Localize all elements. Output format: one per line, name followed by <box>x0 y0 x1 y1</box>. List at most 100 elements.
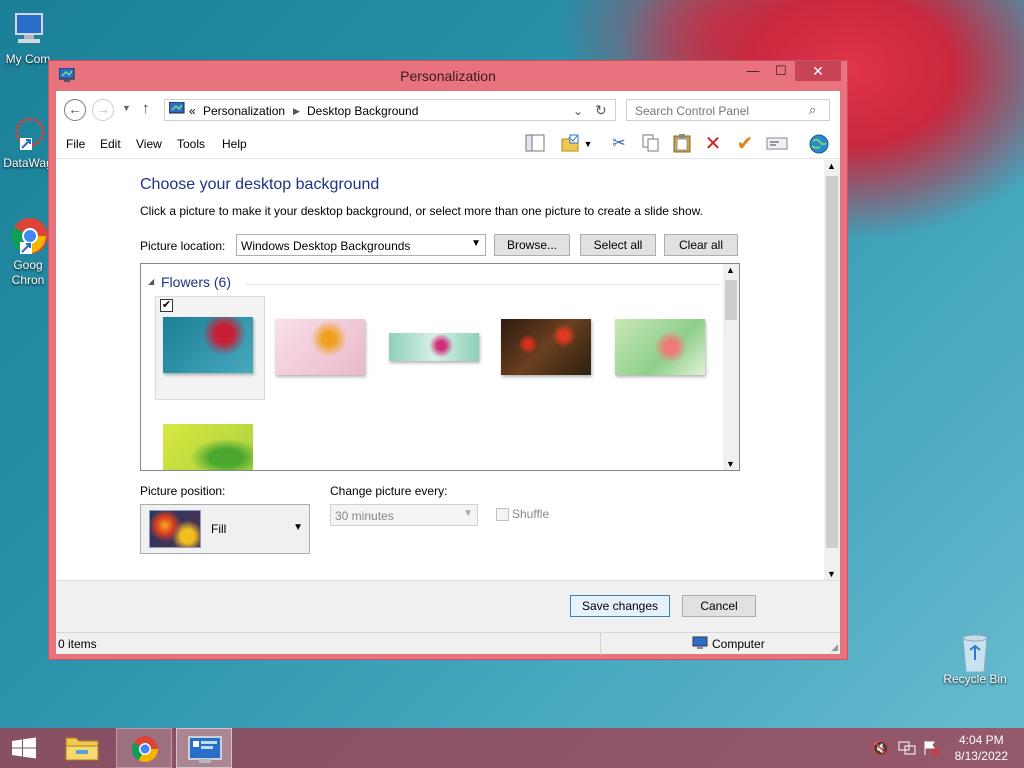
shuffle-checkbox[interactable] <box>496 508 509 521</box>
desktop-icon-label: Recycle Bin <box>943 672 1007 686</box>
scroll-up-icon[interactable]: ▲ <box>827 161 836 171</box>
picture-position-label: Picture position: <box>140 484 226 498</box>
breadcrumb-separator-icon[interactable]: ▶ <box>293 106 300 117</box>
status-divider <box>600 633 601 655</box>
thumbnail-red-tulips-dark[interactable] <box>501 319 591 375</box>
pink-flower-mint-image <box>389 333 479 361</box>
maximize-button[interactable]: ☐ <box>767 61 795 81</box>
personalization-window: Personalization — ☐ ✕ ← → ▼ ↑ « Personal… <box>48 60 848 660</box>
save-changes-button[interactable]: Save changes <box>570 595 670 617</box>
taskbar-chrome[interactable] <box>116 728 172 768</box>
scroll-up-icon[interactable]: ▲ <box>726 265 735 275</box>
navigation-bar: ← → ▼ ↑ « Personalization ▶ Desktop Back… <box>56 91 840 129</box>
refresh-icon[interactable]: ↻ <box>595 102 607 119</box>
up-arrow-button[interactable]: ↑ <box>142 100 150 117</box>
scroll-down-icon[interactable]: ▼ <box>827 569 836 579</box>
properties-icon[interactable] <box>766 133 788 155</box>
address-dropdown-icon[interactable]: ⌄ <box>573 104 583 118</box>
page-scroll-thumb[interactable] <box>826 176 838 548</box>
address-overflow[interactable]: « <box>189 104 196 118</box>
menu-edit[interactable]: Edit <box>100 137 121 151</box>
change-picture-every-label: Change picture every: <box>330 484 448 498</box>
menu-view[interactable]: View <box>136 137 162 151</box>
volume-muted-icon[interactable]: 🔇 <box>872 740 889 757</box>
title-bar[interactable]: Personalization — ☐ ✕ <box>49 61 847 91</box>
gallery-scroll-thumb[interactable] <box>725 280 737 320</box>
picture-location-label: Picture location: <box>140 239 226 253</box>
recent-pages-chevron-icon[interactable]: ▼ <box>122 103 131 113</box>
status-location: Computer <box>712 637 765 651</box>
desktop-icon-recycle-bin[interactable]: Recycle Bin <box>942 630 1008 687</box>
thumbnail-checkbox[interactable]: ✔ <box>160 299 173 312</box>
layout-pane-icon[interactable] <box>524 133 546 155</box>
clock-date: 8/13/2022 <box>954 749 1008 763</box>
menu-tools[interactable]: Tools <box>177 137 205 151</box>
chevron-down-icon: ▼ <box>471 238 481 249</box>
page-scrollbar[interactable]: ▲ ▼ <box>824 160 840 580</box>
picture-location-value: Windows Desktop Backgrounds <box>241 239 411 253</box>
start-button[interactable] <box>0 728 50 768</box>
folder-options-icon[interactable] <box>560 133 582 155</box>
search-input-placeholder: Search Control Panel <box>635 104 750 118</box>
page-description: Click a picture to make it your desktop … <box>140 204 703 218</box>
menu-file[interactable]: File <box>66 137 85 151</box>
chrome-icon <box>131 736 159 763</box>
breadcrumb-desktop-background[interactable]: Desktop Background <box>307 104 418 118</box>
breadcrumb-personalization[interactable]: Personalization <box>203 104 285 118</box>
thumbnail-pink-flower-mint[interactable] <box>389 333 479 361</box>
gallery-scrollbar[interactable]: ▲ ▼ <box>723 264 739 470</box>
change-interval-select[interactable]: 30 minutes ▼ <box>330 504 478 526</box>
taskbar-file-explorer[interactable] <box>54 728 110 768</box>
cancel-button[interactable]: Cancel <box>682 595 756 617</box>
browse-button[interactable]: Browse... <box>494 234 570 256</box>
search-box[interactable]: Search Control Panel ⌕ <box>626 99 830 121</box>
network-icon[interactable] <box>898 740 916 759</box>
scroll-down-icon[interactable]: ▼ <box>726 459 735 469</box>
picture-position-select[interactable]: Fill ▼ <box>140 504 310 554</box>
thumbnail-pink-flower-green[interactable] <box>615 319 705 375</box>
select-all-button[interactable]: Select all <box>580 234 656 256</box>
cut-icon[interactable]: ✂ <box>608 133 630 155</box>
group-header[interactable]: Flowers (6) <box>161 274 231 290</box>
page-heading: Choose your desktop background <box>140 176 380 193</box>
menu-bar: File Edit View Tools Help ▼ ✂ ✕ ✔ <box>56 129 840 159</box>
checkmark-icon[interactable]: ✔ <box>734 133 756 155</box>
group-divider <box>245 284 721 285</box>
globe-icon[interactable] <box>808 133 830 155</box>
datawag-icon <box>8 114 48 154</box>
resize-grip-icon[interactable]: ◢ <box>831 642 838 653</box>
paste-icon[interactable] <box>671 133 693 155</box>
taskbar-control-panel[interactable] <box>176 728 232 768</box>
forward-button[interactable]: → <box>92 99 114 121</box>
desktop-icon-my-computer[interactable]: My Com <box>0 10 56 67</box>
collapse-group-icon[interactable]: ◢ <box>148 277 154 286</box>
control-panel-icon <box>168 101 185 119</box>
clear-all-button[interactable]: Clear all <box>664 234 738 256</box>
change-interval-value: 30 minutes <box>335 509 394 523</box>
thumbnail-red-flower-teal[interactable]: ✔ <box>155 296 265 400</box>
clock-time: 4:04 PM <box>958 733 1004 747</box>
file-explorer-icon <box>65 737 99 761</box>
action-center-icon[interactable] <box>922 740 940 759</box>
minimize-button[interactable]: — <box>739 61 767 81</box>
taskbar: 🔇 4:04 PM 8/13/2022 <box>0 728 1024 768</box>
system-clock[interactable]: 4:04 PM 8/13/2022 <box>955 732 1008 764</box>
menu-help[interactable]: Help <box>222 137 247 151</box>
chevron-down-icon: ▼ <box>293 522 303 533</box>
picture-position-value: Fill <box>211 522 227 536</box>
recycle-bin-icon <box>955 630 995 673</box>
search-icon[interactable]: ⌕ <box>809 102 816 118</box>
windows-logo-icon <box>12 737 36 759</box>
delete-icon[interactable]: ✕ <box>702 133 724 155</box>
back-button[interactable]: ← <box>64 99 86 121</box>
thumbnail-orange-flower-pink[interactable] <box>275 319 365 375</box>
computer-icon <box>692 636 708 653</box>
picture-location-select[interactable]: Windows Desktop Backgrounds ▼ <box>236 234 486 256</box>
chrome-icon <box>8 216 48 256</box>
copy-icon[interactable] <box>640 133 662 155</box>
address-bar[interactable]: « Personalization ▶ Desktop Background ⌄… <box>164 99 616 121</box>
close-button[interactable]: ✕ <box>795 61 841 81</box>
thumbnail-green-leaves-yellow[interactable] <box>163 424 253 470</box>
green-leaves-yellow-image <box>163 424 253 470</box>
chevron-down-icon[interactable]: ▼ <box>582 133 594 155</box>
